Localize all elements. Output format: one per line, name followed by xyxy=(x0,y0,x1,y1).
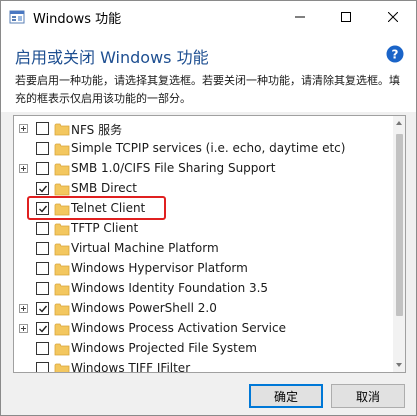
feature-checkbox[interactable] xyxy=(36,302,49,315)
feature-label: Windows Hypervisor Platform xyxy=(71,261,248,275)
folder-icon xyxy=(54,243,70,256)
feature-row[interactable]: Windows TIFF IFilter xyxy=(14,359,392,373)
expand-icon[interactable] xyxy=(19,164,28,173)
folder-icon xyxy=(54,303,70,316)
expand-icon[interactable] xyxy=(19,124,28,133)
feature-label: SMB 1.0/CIFS File Sharing Support xyxy=(71,161,276,175)
feature-row[interactable]: Windows Hypervisor Platform xyxy=(14,259,392,279)
feature-row[interactable]: Windows PowerShell 2.0 xyxy=(14,299,392,319)
feature-checkbox[interactable] xyxy=(36,342,49,355)
checkmark-icon xyxy=(39,205,48,213)
feature-checkbox[interactable] xyxy=(36,202,49,215)
feature-checkbox[interactable] xyxy=(36,222,49,235)
feature-checkbox[interactable] xyxy=(36,242,49,255)
folder-icon xyxy=(54,323,70,336)
feature-checkbox[interactable] xyxy=(36,142,49,155)
expand-icon[interactable] xyxy=(19,304,28,313)
feature-row[interactable]: Windows Process Activation Service xyxy=(14,319,392,339)
feature-checkbox[interactable] xyxy=(36,122,49,135)
feature-checkbox[interactable] xyxy=(36,262,49,275)
feature-label: Simple TCPIP services (i.e. echo, daytim… xyxy=(71,141,346,155)
feature-checkbox[interactable] xyxy=(36,322,49,335)
feature-tree: NFS 服务 Simple TCPIP services (i.e. echo, … xyxy=(13,115,406,373)
title-bar[interactable]: Windows 功能 xyxy=(1,1,416,32)
scroll-up-arrow-icon[interactable] xyxy=(396,121,402,125)
folder-icon xyxy=(54,223,70,236)
feature-checkbox[interactable] xyxy=(36,182,49,195)
page-title: 启用或关闭 Windows 功能 xyxy=(15,48,209,67)
feature-row[interactable]: Simple TCPIP services (i.e. echo, daytim… xyxy=(14,139,392,159)
feature-label: TFTP Client xyxy=(71,221,139,235)
feature-label: Windows PowerShell 2.0 xyxy=(71,301,217,315)
folder-icon xyxy=(54,123,70,136)
help-icon[interactable]: ? xyxy=(386,45,404,63)
feature-label: Virtual Machine Platform xyxy=(71,241,219,255)
feature-row[interactable]: TFTP Client xyxy=(14,219,392,239)
checkmark-icon xyxy=(39,185,48,193)
svg-text:?: ? xyxy=(392,48,399,62)
feature-checkbox[interactable] xyxy=(36,162,49,175)
feature-row[interactable]: SMB 1.0/CIFS File Sharing Support xyxy=(14,159,392,179)
minimize-icon xyxy=(295,16,305,17)
feature-checkbox[interactable] xyxy=(36,282,49,295)
feature-label: Telnet Client xyxy=(71,201,146,215)
dialog-header: 启用或关闭 Windows 功能 ? 若要启用一种功能，请选择其复选框。若要关闭… xyxy=(1,32,416,112)
windows-features-dialog: Windows 功能 启用或关闭 Windows 功能 ? 若要启用一种功能，请… xyxy=(0,0,417,416)
feature-row[interactable]: SMB Direct xyxy=(14,179,392,199)
folder-icon xyxy=(54,263,70,276)
ok-button[interactable]: 确定 xyxy=(249,384,323,408)
feature-label: Windows Process Activation Service xyxy=(71,321,286,335)
window-title: Windows 功能 xyxy=(33,12,122,27)
expand-icon[interactable] xyxy=(19,324,28,333)
minimize-button[interactable] xyxy=(277,1,323,32)
feature-label: Windows TIFF IFilter xyxy=(71,361,191,373)
vertical-scrollbar[interactable] xyxy=(393,116,405,372)
feature-row[interactable]: Virtual Machine Platform xyxy=(14,239,392,259)
feature-row[interactable]: Telnet Client xyxy=(14,199,392,219)
folder-icon xyxy=(54,343,70,356)
folder-icon xyxy=(54,203,70,216)
feature-row[interactable]: NFS 服务 xyxy=(14,119,392,139)
feature-row[interactable]: Windows Identity Foundation 3.5 xyxy=(14,279,392,299)
folder-icon xyxy=(54,183,70,196)
instructions-text: 若要启用一种功能，请选择其复选框。若要关闭一种功能，请清除其复选框。填充的框表示… xyxy=(15,74,400,105)
feature-label: Windows Projected File System xyxy=(71,341,257,355)
checkmark-icon xyxy=(39,325,48,333)
folder-icon xyxy=(54,143,70,156)
feature-row[interactable]: Windows Projected File System xyxy=(14,339,392,359)
cancel-button[interactable]: 取消 xyxy=(331,384,405,408)
feature-label: SMB Direct xyxy=(71,181,137,195)
close-button[interactable] xyxy=(370,1,416,32)
feature-checkbox[interactable] xyxy=(36,362,49,372)
maximize-icon xyxy=(341,11,351,22)
feature-label: Windows Identity Foundation 3.5 xyxy=(71,281,269,295)
scroll-down-arrow-icon[interactable] xyxy=(396,363,402,367)
feature-label: NFS 服务 xyxy=(71,123,123,137)
folder-icon xyxy=(54,363,70,372)
windows-features-icon xyxy=(9,10,25,24)
folder-icon xyxy=(54,163,70,176)
checkmark-icon xyxy=(39,305,48,313)
folder-icon xyxy=(54,283,70,296)
scroll-thumb[interactable] xyxy=(396,134,403,316)
maximize-button[interactable] xyxy=(323,1,369,32)
close-icon xyxy=(388,11,398,22)
